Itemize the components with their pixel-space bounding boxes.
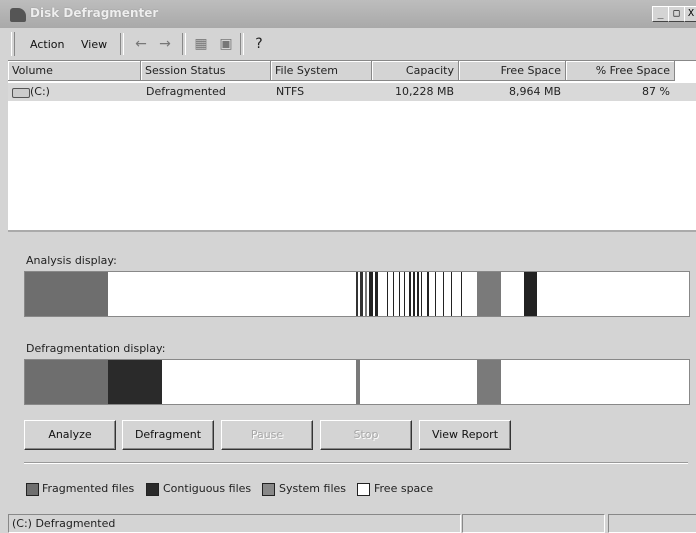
contiguous-block	[524, 272, 537, 316]
legend-fragmented: Fragmented files	[42, 482, 135, 495]
contiguous-stripe	[451, 272, 452, 316]
analysis-display	[24, 271, 690, 317]
contiguous-swatch	[146, 483, 159, 496]
contiguous-stripe	[393, 272, 394, 316]
contiguous-stripe	[435, 272, 436, 316]
divider	[24, 462, 688, 464]
cell-volume: (C:)	[30, 85, 50, 98]
contiguous-stripe	[375, 272, 378, 316]
up-folder-icon[interactable]: ▦	[192, 36, 210, 52]
free-space-swatch	[357, 483, 370, 496]
legend-contiguous: Contiguous files	[163, 482, 252, 495]
status-pane-2	[462, 514, 605, 533]
contiguous-stripe	[461, 272, 462, 316]
contiguous-stripe	[399, 272, 400, 316]
toolbar-grip[interactable]	[11, 32, 15, 56]
defragmentation-display-label: Defragmentation display:	[26, 342, 166, 355]
disk-defragmenter-icon	[10, 8, 26, 22]
show-hide-tree-icon[interactable]: ▣	[217, 36, 235, 52]
system-files-block	[477, 272, 501, 316]
minimize-button[interactable]: _	[652, 6, 669, 22]
legend-system: System files	[279, 482, 346, 495]
contiguous-stripe	[360, 272, 363, 316]
fragmented-block	[25, 272, 108, 316]
contiguous-stripe	[369, 272, 373, 316]
cell-free-space: 8,964 MB	[508, 85, 561, 98]
status-text: (C:) Defragmented	[8, 514, 461, 533]
defragmentation-display	[24, 359, 690, 405]
stop-button[interactable]: Stop	[320, 420, 412, 450]
volume-list[interactable]: Volume Session Status File System Capaci…	[8, 60, 696, 231]
contiguous-stripe	[421, 272, 422, 316]
col-header-free-space[interactable]: Free Space	[459, 61, 566, 81]
window-title: Disk Defragmenter	[30, 6, 159, 20]
cell-pct-free: 87 %	[642, 85, 670, 98]
menu-view[interactable]: View	[81, 38, 107, 51]
defragment-button[interactable]: Defragment	[122, 420, 214, 450]
col-label: Volume	[12, 64, 53, 77]
contiguous-stripe	[404, 272, 405, 316]
hard-drive-icon	[12, 88, 30, 98]
close-button[interactable]: X	[684, 6, 696, 22]
col-label: % Free Space	[595, 64, 670, 77]
toolbar-separator	[240, 33, 244, 55]
forward-icon[interactable]: →	[156, 36, 174, 52]
contiguous-stripe	[409, 272, 411, 316]
maximize-button[interactable]: □	[668, 6, 685, 22]
fragmented-stripe	[365, 272, 367, 316]
col-header-capacity[interactable]: Capacity	[372, 61, 459, 81]
cell-file-system: NTFS	[276, 85, 305, 98]
col-label: File System	[275, 64, 338, 77]
view-report-button[interactable]: View Report	[419, 420, 511, 450]
back-icon[interactable]: ←	[132, 36, 150, 52]
col-label: Session Status	[145, 64, 226, 77]
contiguous-stripe	[417, 272, 419, 316]
fragmented-block	[25, 360, 108, 404]
col-header-file-system[interactable]: File System	[271, 61, 372, 81]
col-header-session-status[interactable]: Session Status	[141, 61, 271, 81]
cell-status: Defragmented	[146, 85, 226, 98]
cell-capacity: 10,228 MB	[394, 85, 454, 98]
status-bar: (C:) Defragmented	[0, 512, 696, 533]
system-files-stripe	[356, 360, 360, 404]
contiguous-stripe	[356, 272, 358, 316]
fragmented-swatch	[26, 483, 39, 496]
menu-view-label: View	[81, 38, 108, 51]
contiguous-stripe	[413, 272, 415, 316]
analysis-display-label: Analysis display:	[26, 254, 117, 267]
contiguous-stripe	[387, 272, 388, 316]
menu-action-label: Action	[30, 38, 65, 51]
pause-button[interactable]: Pause	[221, 420, 313, 450]
legend-free: Free space	[374, 482, 434, 495]
toolbar-separator	[182, 33, 186, 55]
analyze-button[interactable]: Analyze	[24, 420, 116, 450]
col-header-pct-free-space[interactable]: % Free Space	[566, 61, 675, 81]
toolbar-separator	[120, 33, 124, 55]
menu-action[interactable]: Action	[30, 38, 64, 51]
system-files-block	[477, 360, 501, 404]
col-header-volume[interactable]: Volume	[8, 61, 141, 81]
table-row[interactable]: (C:) Defragmented NTFS 10,228 MB 8,964 M…	[8, 83, 696, 101]
system-swatch	[262, 483, 275, 496]
contiguous-stripe	[443, 272, 444, 316]
title-bar: Disk Defragmenter _ □ X	[0, 0, 696, 28]
col-label: Free Space	[500, 64, 561, 77]
status-pane-3	[608, 514, 696, 533]
col-label: Capacity	[405, 64, 454, 77]
contiguous-block	[108, 360, 162, 404]
help-icon[interactable]: ?	[250, 36, 268, 52]
contiguous-stripe	[427, 272, 429, 316]
